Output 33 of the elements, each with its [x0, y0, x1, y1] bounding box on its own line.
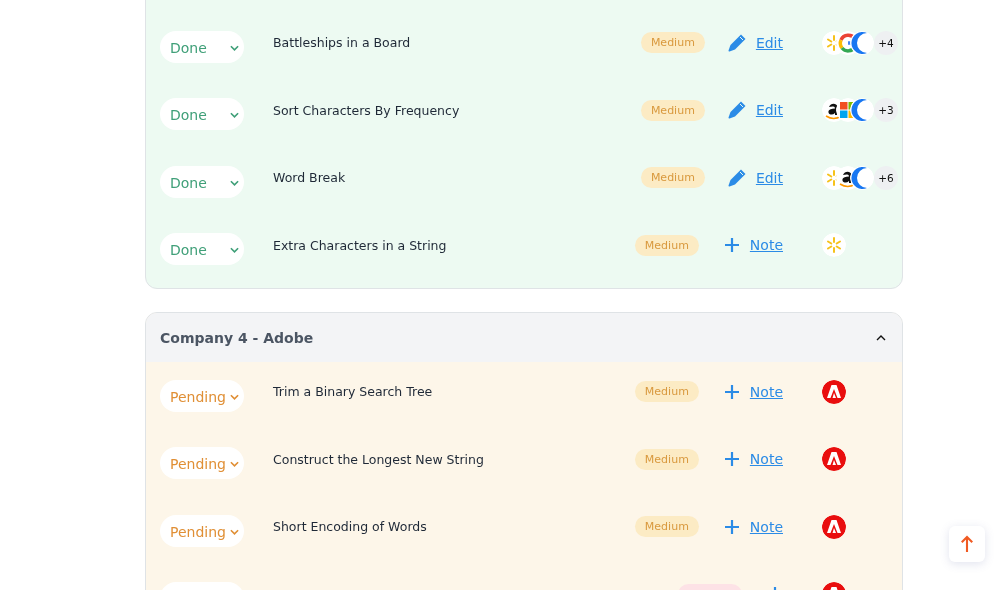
difficulty-badge: Medium — [634, 234, 699, 256]
status-select[interactable]: Done — [160, 30, 244, 63]
edit-link[interactable]: Edit — [755, 169, 783, 186]
more-count: +3 — [874, 98, 898, 123]
status-select[interactable]: Done — [160, 233, 244, 266]
note-link[interactable]: Note — [749, 237, 783, 254]
difficulty-badge: Medium — [640, 167, 705, 189]
problem-title: Battleships in a Board — [273, 35, 411, 51]
problem-title: Extra Characters in a String — [273, 237, 447, 253]
status-select[interactable]: Pending — [160, 379, 244, 412]
problem-title: Construct the Longest New String — [273, 451, 484, 467]
status-select[interactable]: Done — [160, 165, 244, 198]
section-header[interactable]: Company 4 - Adobe — [146, 313, 902, 362]
difficulty-badge: Medium — [634, 516, 699, 538]
note-link[interactable]: Note — [749, 518, 783, 535]
problem-title: Short Encoding of Words — [273, 519, 427, 535]
note-link[interactable]: Note — [749, 383, 783, 400]
more-count: +6 — [874, 165, 898, 190]
edit-link[interactable]: Edit — [755, 102, 783, 119]
difficulty-badge: Medium — [634, 381, 699, 403]
problem-title: Trim a Binary Search Tree — [273, 384, 433, 400]
note-link[interactable]: Note — [749, 451, 783, 468]
difficulty-badge: Medium — [640, 99, 705, 121]
problem-title: Sort Characters By Frequency — [273, 102, 460, 118]
section-title: Company 4 - Adobe — [160, 329, 314, 346]
status-select[interactable]: Pending — [160, 447, 244, 480]
more-count: +4 — [874, 30, 898, 55]
status-select[interactable]: Done — [160, 98, 244, 131]
problem-title: Word Break — [273, 170, 346, 186]
difficulty-badge: Medium — [640, 32, 705, 54]
difficulty-badge: Medium — [634, 448, 699, 470]
status-select[interactable]: Pending — [160, 514, 244, 547]
edit-link[interactable]: Edit — [755, 34, 783, 51]
